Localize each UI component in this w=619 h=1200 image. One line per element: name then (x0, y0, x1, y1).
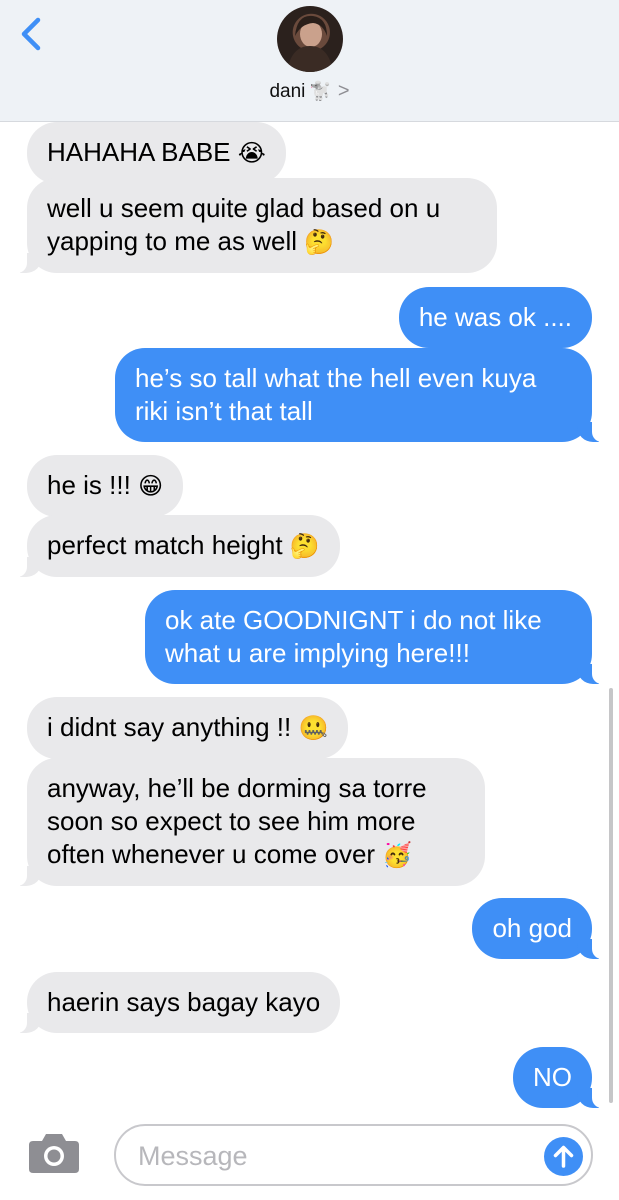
message-bubble-incoming[interactable]: well u seem quite glad based on u yappin… (15, 178, 497, 273)
message-bubble-outgoing[interactable]: he was ok .... (398, 287, 592, 348)
message-text: he is !!! (47, 470, 131, 500)
message-emoji: 😁 (138, 472, 164, 500)
message-input[interactable] (136, 1134, 540, 1178)
message-bubble-outgoing[interactable]: NO (513, 1047, 604, 1108)
message-emoji: 😭 (237, 139, 266, 167)
message-text: he was ok .... (418, 302, 572, 332)
message-text: perfect match height (47, 530, 283, 560)
message-bubble-outgoing[interactable]: ok ate GOODNIGNT i do not like what u ar… (145, 590, 604, 684)
message-emoji: 🤐 (298, 714, 329, 742)
scrollbar[interactable] (609, 688, 613, 1103)
message-text: anyway, he’ll be dorming sa torre soon s… (47, 773, 427, 869)
message-text: ok ate GOODNIGNT i do not like what u ar… (165, 605, 542, 668)
send-button[interactable] (544, 1137, 583, 1176)
message-text: haerin says bagay kayo (47, 987, 321, 1017)
message-list[interactable]: HAHAHA BABE 😭 well u seem quite glad bas… (0, 120, 619, 1110)
message-bubble-incoming[interactable]: haerin says bagay kayo (14, 972, 341, 1033)
contact-name: dani (269, 81, 306, 102)
back-button[interactable] (16, 14, 50, 54)
avatar-photo (287, 15, 333, 72)
message-text: oh god (492, 913, 572, 943)
send-arrow-icon (553, 1145, 574, 1168)
camera-button[interactable] (27, 1131, 81, 1175)
message-text: HAHAHA BABE (47, 137, 231, 167)
contact-name-link[interactable]: dani 🐩 > (0, 80, 619, 103)
avatar[interactable] (277, 6, 343, 72)
message-text: NO (533, 1062, 572, 1092)
message-bubble-incoming[interactable]: HAHAHA BABE 😭 (27, 122, 286, 184)
message-bubble-outgoing[interactable]: he’s so tall what the hell even kuya rik… (115, 348, 604, 442)
message-bubble-incoming[interactable]: i didnt say anything !! 🤐 (27, 697, 349, 759)
camera-icon (29, 1134, 79, 1173)
message-emoji: 🤔 (289, 532, 320, 560)
message-input-container[interactable] (114, 1124, 593, 1186)
message-bubble-outgoing[interactable]: oh god (472, 898, 604, 959)
message-bubble-incoming[interactable]: he is !!! 😁 (27, 455, 184, 517)
conversation-header: dani 🐩 > (0, 0, 619, 122)
message-text: i didnt say anything !! (47, 712, 292, 742)
message-bubble-incoming[interactable]: perfect match height 🤔 (15, 515, 340, 577)
message-emoji: 🤔 (304, 228, 335, 256)
message-bubble-incoming[interactable]: anyway, he’ll be dorming sa torre soon s… (15, 758, 485, 886)
poodle-emoji: 🐩 (309, 81, 332, 102)
chevron-left-icon (21, 17, 41, 51)
message-text: well u seem quite glad based on u yappin… (47, 193, 441, 256)
message-emoji: 🥳 (382, 841, 413, 869)
chevron-right-icon: > (337, 80, 350, 102)
message-text: he’s so tall what the hell even kuya rik… (135, 363, 537, 426)
message-composer (0, 1110, 619, 1200)
